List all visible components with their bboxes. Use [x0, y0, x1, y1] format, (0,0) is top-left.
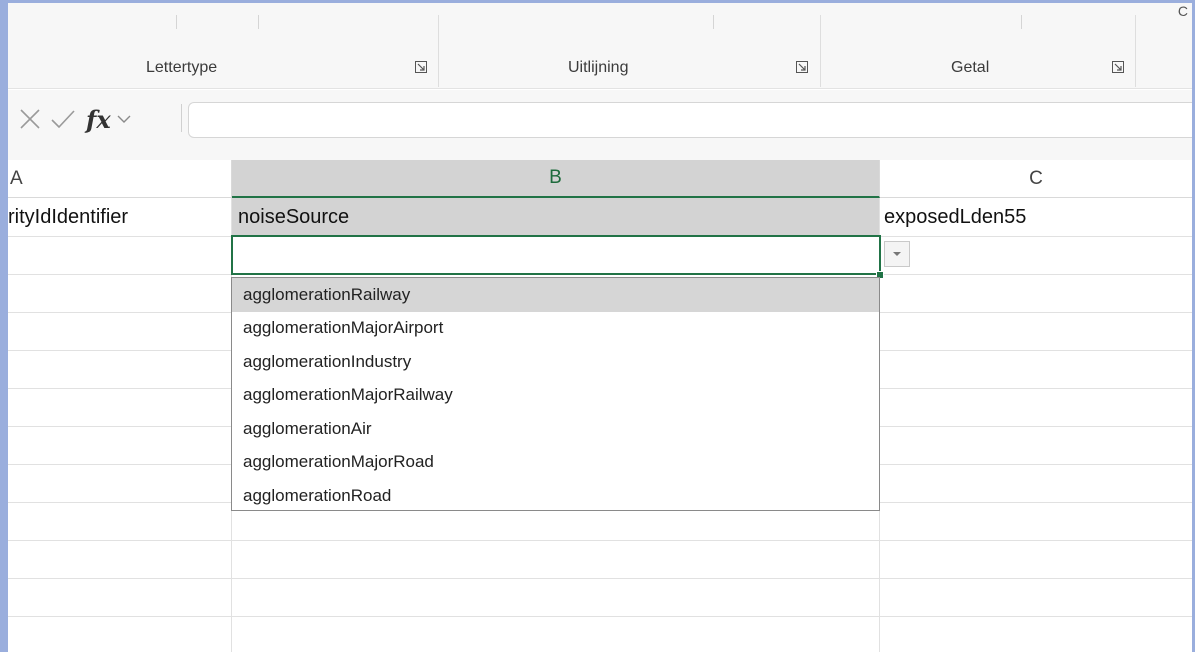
grid-line: [8, 540, 1192, 541]
dialog-launcher-icon[interactable]: [415, 61, 427, 73]
ribbon-group-number-label: Getal: [951, 59, 990, 76]
list-item[interactable]: agglomerationIndustry: [232, 345, 879, 379]
cell-c1[interactable]: exposedLden55: [880, 198, 1192, 236]
dialog-launcher-icon[interactable]: [1112, 61, 1124, 73]
column-header-b[interactable]: B: [232, 160, 880, 198]
grid-line: [8, 578, 1192, 579]
chevron-down-icon[interactable]: [117, 114, 131, 124]
cell-b2-active[interactable]: [231, 235, 881, 275]
check-icon[interactable]: [50, 107, 76, 131]
validation-dropdown-list: agglomerationRailway agglomerationMajorA…: [231, 277, 880, 511]
list-item[interactable]: agglomerationRailway: [232, 278, 879, 312]
ribbon-group-font-label: Lettertype: [146, 59, 218, 76]
list-item[interactable]: agglomerationMajorRoad: [232, 446, 879, 480]
dialog-launcher-icon[interactable]: [796, 61, 808, 73]
formula-bar: fx: [8, 90, 1195, 160]
column-headers: A B C: [8, 160, 1192, 198]
list-item[interactable]: agglomerationMajorAirport: [232, 312, 879, 346]
cell-a1[interactable]: rityIdIdentifier: [8, 198, 231, 236]
ribbon-divider: [1021, 15, 1022, 29]
ribbon-divider: [258, 15, 259, 29]
ribbon-divider: [176, 15, 177, 29]
validation-dropdown-button[interactable]: [884, 241, 910, 267]
ribbon-group-separator: [820, 15, 821, 87]
chevron-down-icon: [893, 252, 901, 256]
list-item[interactable]: agglomerationAir: [232, 412, 879, 446]
column-header-a[interactable]: A: [8, 160, 232, 198]
ribbon-cut-off-label: C: [1177, 3, 1188, 19]
ribbon-group-alignment-label: Uitlijning: [568, 59, 629, 76]
close-icon[interactable]: [18, 107, 42, 131]
ribbon-group-separator: [438, 15, 439, 87]
list-item[interactable]: agglomerationMajorRailway: [232, 379, 879, 413]
insert-function-button[interactable]: fx: [86, 105, 111, 134]
formula-input[interactable]: [188, 102, 1195, 138]
ribbon-group-separator: [1135, 15, 1136, 87]
ribbon-divider: [713, 15, 714, 29]
ribbon: Lettertype Uitlijning Getal C: [8, 3, 1192, 89]
formula-bar-divider: [181, 104, 182, 132]
column-header-c[interactable]: C: [880, 160, 1192, 198]
list-item[interactable]: agglomerationRoad: [232, 479, 879, 513]
cell-b1[interactable]: noiseSource: [232, 198, 879, 236]
grid-line: [8, 616, 1192, 617]
